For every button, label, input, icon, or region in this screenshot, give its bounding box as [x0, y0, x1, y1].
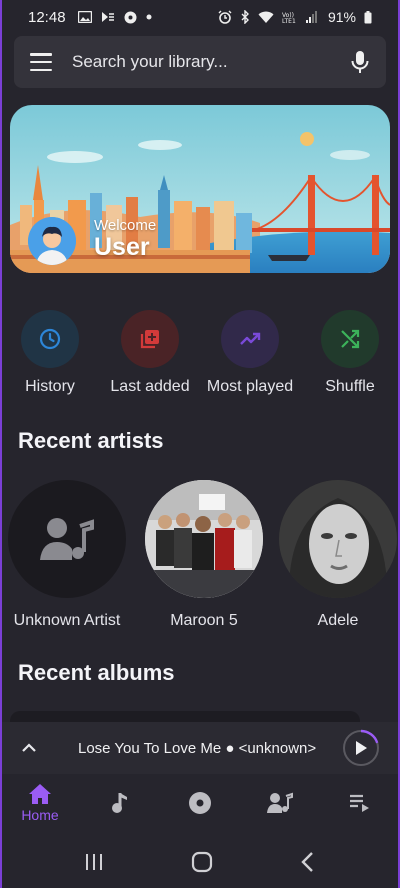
chevron-up-icon[interactable] — [20, 739, 38, 757]
nav-home[interactable]: Home — [0, 774, 80, 832]
history-circle[interactable] — [21, 310, 79, 368]
queue-icon — [350, 794, 369, 812]
mic-icon[interactable] — [350, 50, 370, 74]
history-button[interactable]: History — [0, 310, 100, 396]
song-icon — [112, 793, 127, 813]
music-app-icon — [124, 11, 137, 23]
artist-photo[interactable] — [145, 480, 263, 598]
media-icon — [101, 12, 114, 22]
system-navigation — [0, 836, 400, 888]
last-added-circle[interactable] — [121, 310, 179, 368]
artist-placeholder-icon — [40, 518, 94, 560]
nav-home-label: Home — [21, 807, 59, 823]
signal-icon — [305, 11, 317, 23]
search-bar[interactable]: Search your library... — [14, 36, 386, 88]
history-label: History — [25, 378, 75, 395]
band-photo — [145, 480, 263, 598]
artist-portrait — [279, 480, 397, 598]
artist-name: Maroon 5 — [170, 612, 238, 629]
home-button-icon[interactable] — [191, 851, 213, 873]
status-bar: 12:48 Vo)) LTE1 91% — [0, 0, 400, 34]
album-icon — [189, 792, 211, 814]
recent-artists-list: Unknown Artist Maroon 5 Adele — [0, 480, 400, 640]
play-button[interactable] — [342, 729, 380, 767]
trending-up-icon — [240, 332, 261, 345]
dot-icon — [146, 14, 152, 20]
menu-icon[interactable] — [30, 53, 52, 71]
last-added-button[interactable]: Last added — [100, 310, 200, 396]
now-playing-title[interactable]: Lose You To Love Me ● <unknown> — [78, 740, 342, 757]
most-played-button[interactable]: Most played — [200, 310, 300, 396]
playlist-add-icon — [140, 330, 159, 349]
mini-player[interactable]: Lose You To Love Me ● <unknown> — [0, 722, 400, 774]
user-avatar[interactable] — [28, 217, 76, 265]
bottom-navigation: Home — [0, 774, 400, 832]
play-icon — [356, 741, 367, 755]
artist-photo[interactable] — [279, 480, 397, 598]
artist-card[interactable]: Unknown Artist — [0, 480, 137, 630]
nav-artists[interactable] — [240, 774, 320, 832]
shuffle-button[interactable]: Shuffle — [300, 310, 400, 396]
nav-queue[interactable] — [320, 774, 400, 832]
welcome-text: Welcome — [94, 217, 157, 234]
svg-text:LTE1: LTE1 — [282, 18, 296, 24]
artist-card[interactable]: Adele — [268, 480, 400, 630]
shuffle-icon — [341, 329, 360, 349]
welcome-banner: Welcome User — [10, 105, 390, 273]
last-added-label: Last added — [110, 378, 190, 395]
quick-actions: History Last added Most played Shuffle — [0, 310, 400, 402]
artist-card[interactable]: Maroon 5 — [134, 480, 274, 630]
search-input[interactable]: Search your library... — [72, 52, 350, 72]
most-played-circle[interactable] — [221, 310, 279, 368]
volte-icon: Vo))LTE1 — [282, 12, 296, 24]
nav-albums[interactable] — [160, 774, 240, 832]
recent-artists-title: Recent artists — [18, 428, 164, 453]
bluetooth-icon — [241, 10, 249, 24]
shuffle-circle[interactable] — [321, 310, 379, 368]
recent-apps-icon[interactable] — [84, 852, 104, 872]
most-played-label: Most played — [206, 378, 294, 395]
shuffle-label: Shuffle — [325, 378, 375, 395]
home-icon — [29, 784, 51, 804]
alarm-icon — [218, 10, 232, 24]
back-icon[interactable] — [300, 851, 316, 873]
wifi-icon — [258, 11, 274, 23]
artist-name: Unknown Artist — [13, 612, 121, 629]
username-text: User — [94, 233, 150, 261]
battery-icon — [364, 10, 372, 23]
recent-albums-title: Recent albums — [18, 660, 175, 685]
artist-photo[interactable] — [8, 480, 126, 598]
battery-percent: 91% — [327, 9, 356, 25]
clock-icon — [39, 328, 61, 350]
status-time: 12:48 — [28, 8, 66, 26]
gallery-icon — [77, 11, 92, 23]
nav-songs[interactable] — [80, 774, 160, 832]
artist-icon — [267, 792, 293, 813]
artist-name: Adele — [317, 612, 359, 629]
